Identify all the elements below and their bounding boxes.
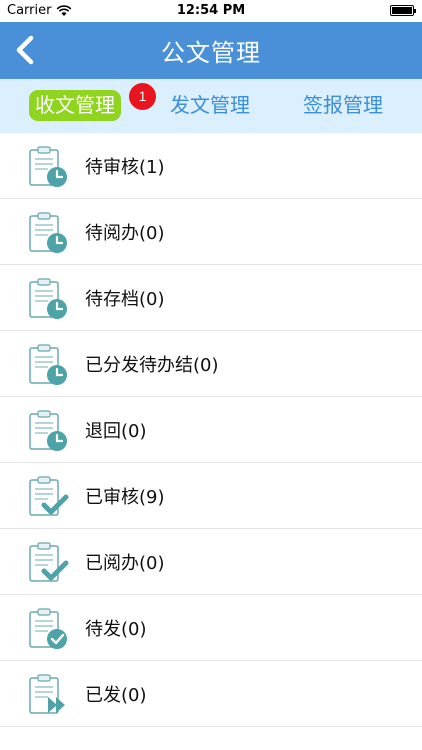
clipboard-clock-icon [29, 212, 67, 253]
clipboard-clock-icon [29, 146, 67, 187]
list-item-pending-archive[interactable]: 待存档(0) [0, 265, 422, 331]
list-item-sent[interactable]: 已发(0) [0, 661, 422, 727]
status-bar: Carrier 12:54 PM [0, 0, 422, 22]
list-item-label: 待阅办(0) [85, 222, 165, 244]
back-button[interactable] [10, 35, 40, 65]
list-item-label: 待存档(0) [85, 288, 165, 310]
clipboard-forward-icon [29, 674, 65, 714]
list-item-label: 已阅办(0) [85, 552, 165, 574]
clipboard-check-icon [29, 476, 69, 516]
clipboard-check-circle-icon [29, 608, 67, 649]
status-time: 12:54 PM [176, 3, 246, 18]
notification-badge: 1 [129, 83, 156, 110]
clipboard-check-icon [29, 542, 69, 582]
list-item-label: 已发(0) [85, 684, 147, 706]
list-item-reviewed[interactable]: 已审核(9) [0, 463, 422, 529]
list-item-label: 待审核(1) [85, 156, 165, 178]
page-title: 公文管理 [161, 39, 261, 67]
document-list: 待审核(1) 待阅办(0) 待存档(0) 已分发待办结(0) 退回(0) 已审核… [0, 133, 422, 727]
list-item-returned[interactable]: 退回(0) [0, 397, 422, 463]
clipboard-clock-icon [29, 410, 67, 451]
clipboard-clock-icon [29, 278, 67, 319]
battery-icon [390, 5, 416, 16]
list-item-pending-review[interactable]: 待审核(1) [0, 133, 422, 199]
clipboard-clock-icon [29, 344, 67, 385]
chevron-left-icon [16, 35, 34, 65]
tab-incoming-docs[interactable]: 收文管理 [29, 90, 121, 121]
tab-report-docs[interactable]: 签报管理 [297, 90, 389, 121]
list-item-label: 退回(0) [85, 420, 147, 442]
tab-outgoing-docs[interactable]: 发文管理 [164, 90, 256, 121]
list-item-label: 待发(0) [85, 618, 147, 640]
list-item-read[interactable]: 已阅办(0) [0, 529, 422, 595]
list-item-pending-send[interactable]: 待发(0) [0, 595, 422, 661]
list-item-pending-read[interactable]: 待阅办(0) [0, 199, 422, 265]
list-item-label: 已审核(9) [85, 486, 165, 508]
list-item-label: 已分发待办结(0) [85, 354, 219, 376]
tab-bar: 收文管理 1 发文管理 签报管理 [0, 79, 422, 133]
nav-bar: 公文管理 [0, 22, 422, 79]
list-item-distributed-pending[interactable]: 已分发待办结(0) [0, 331, 422, 397]
